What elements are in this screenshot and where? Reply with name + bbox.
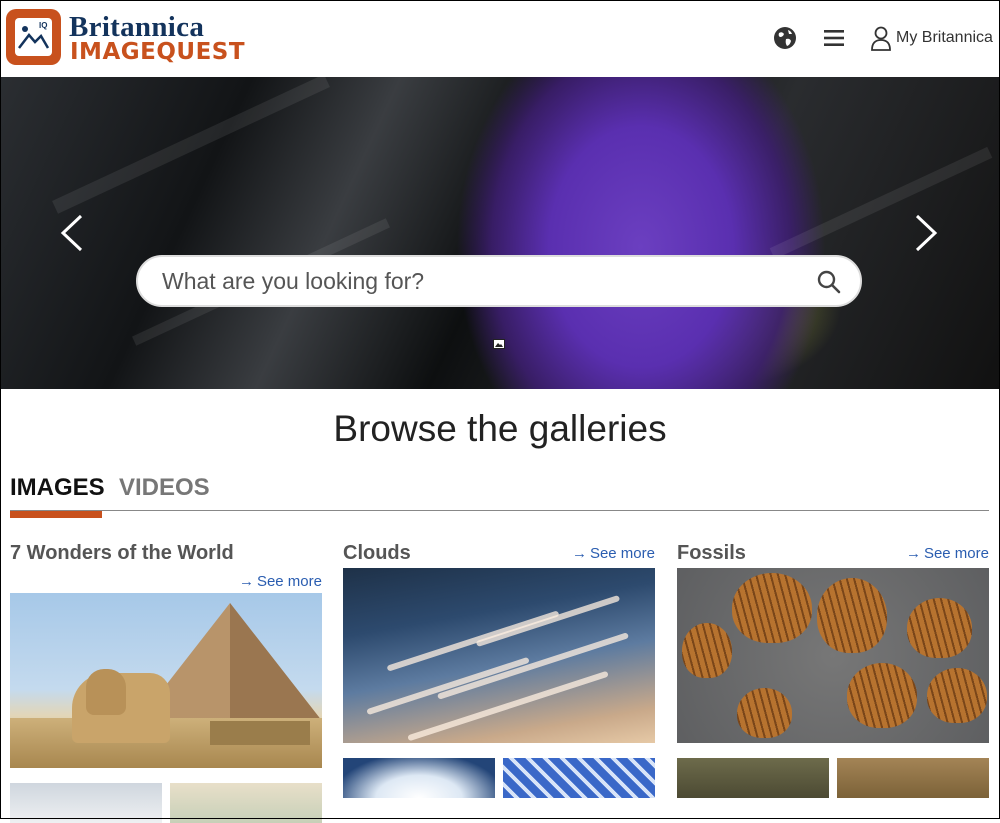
search-icon[interactable]	[816, 269, 842, 295]
arrow-right-icon: →	[238, 573, 254, 590]
fossil-shell	[817, 578, 887, 653]
logo-badge-inner: IQ	[15, 18, 52, 56]
site-header: IQ Britannica IMAGEQUEST My Britannica	[0, 0, 1000, 77]
gallery-image-clouds[interactable]	[343, 568, 655, 743]
gallery-tabs: IMAGES VIDEOS	[10, 474, 989, 518]
ruins-shape	[210, 721, 310, 745]
active-tab-indicator	[10, 511, 102, 518]
see-more-label: See more	[589, 545, 655, 562]
gallery-image-thumb[interactable]	[503, 758, 655, 798]
see-more-link[interactable]: → See more	[572, 545, 655, 562]
hamburger-menu-icon[interactable]	[821, 25, 847, 51]
cloud-streak	[407, 670, 609, 742]
gallery-image-thumb[interactable]	[837, 758, 989, 798]
image-info-icon[interactable]	[493, 339, 505, 349]
sphinx-head	[86, 669, 126, 715]
arrow-right-icon: →	[905, 545, 921, 562]
gallery-image-thumb[interactable]	[170, 783, 322, 823]
gallery-image-fossils[interactable]	[677, 568, 989, 743]
browse-heading: Browse the galleries	[333, 408, 667, 449]
gallery-image-thumb[interactable]	[677, 758, 829, 798]
gallery-image-thumb[interactable]	[343, 758, 495, 798]
fossil-shell	[927, 668, 987, 723]
gallery-title[interactable]: Clouds	[343, 542, 411, 565]
fossil-shell	[732, 573, 812, 643]
fossil-shell	[737, 688, 792, 738]
tab-videos[interactable]: VIDEOS	[119, 474, 210, 502]
my-britannica-link[interactable]: My Britannica	[870, 24, 993, 52]
arrow-right-icon: →	[571, 545, 587, 562]
gallery-image-thumb[interactable]	[10, 783, 162, 823]
gallery-image-pyramids[interactable]	[10, 593, 322, 768]
hero-texture	[52, 77, 330, 214]
tabs-divider	[10, 510, 989, 511]
hero-texture	[769, 146, 993, 260]
logo-badge: IQ	[6, 9, 61, 65]
pyramid-shadow	[230, 603, 322, 721]
see-more-link[interactable]: → See more	[906, 545, 989, 562]
fossil-shell	[847, 663, 917, 728]
search-bar	[136, 255, 862, 307]
brand-product: IMAGEQUEST	[70, 39, 246, 65]
my-britannica-label: My Britannica	[896, 29, 993, 46]
gallery-title[interactable]: 7 Wonders of the World	[10, 542, 234, 565]
hero-banner	[1, 77, 999, 389]
see-more-label: See more	[256, 573, 322, 590]
search-input[interactable]	[160, 266, 794, 296]
cloud-streak	[475, 594, 621, 648]
fossil-shell	[682, 623, 732, 678]
mountain-image-icon: IQ	[18, 21, 50, 49]
logo-badge-text: IQ	[39, 21, 47, 30]
user-icon	[871, 26, 891, 51]
tab-images[interactable]: IMAGES	[10, 474, 105, 502]
britannica-imagequest-logo[interactable]: IQ Britannica IMAGEQUEST	[6, 9, 245, 67]
globe-icon[interactable]	[772, 25, 798, 51]
chevron-left-icon[interactable]	[59, 213, 85, 253]
chevron-right-icon[interactable]	[913, 213, 939, 253]
see-more-link[interactable]: → See more	[239, 573, 322, 590]
gallery-title[interactable]: Fossils	[677, 542, 746, 565]
fossil-shell	[907, 598, 972, 658]
see-more-label: See more	[923, 545, 989, 562]
